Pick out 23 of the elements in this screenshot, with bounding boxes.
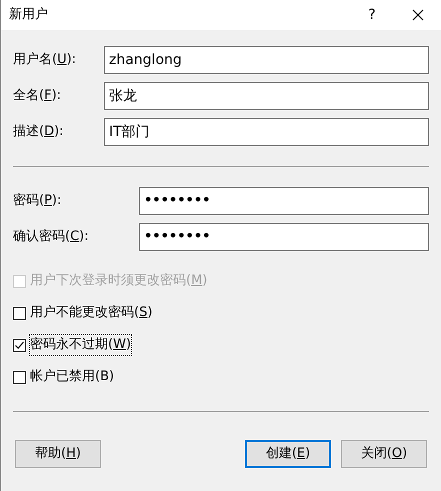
field-label: 密码(P): <box>13 192 62 210</box>
checkbox-label: 用户不能更改密码(S) <box>30 304 152 322</box>
dialog-button[interactable]: 帮助(H) <box>15 440 101 468</box>
checkbox[interactable] <box>13 338 26 352</box>
field-label: 全名(F): <box>13 87 62 106</box>
field-label: 用户名(U): <box>13 51 78 70</box>
input-field[interactable]: 张龙 <box>104 82 429 110</box>
dialog-button[interactable]: 创建(E) <box>245 440 331 468</box>
help-button[interactable]: ? <box>349 0 395 30</box>
input-field[interactable]: IT部门 <box>104 118 429 146</box>
checkbox[interactable] <box>13 306 26 320</box>
checkbox[interactable] <box>13 370 26 384</box>
checkbox-label: 用户下次登录时须更改密码(M) <box>30 272 208 290</box>
field-label: 确认密码(C): <box>13 228 90 246</box>
password-field[interactable]: •••••••• <box>139 187 429 215</box>
checkbox-label: 密码永不过期(W) <box>30 335 132 355</box>
checkbox-label: 帐户已禁用(B) <box>30 368 114 386</box>
field-label: 描述(D): <box>13 123 65 142</box>
close-icon <box>412 9 424 21</box>
window-title: 新用户 <box>9 6 48 24</box>
password-field[interactable]: •••••••• <box>139 223 429 251</box>
input-field[interactable]: zhanglong <box>104 46 429 74</box>
dialog-button[interactable]: 关闭(O) <box>341 440 427 468</box>
